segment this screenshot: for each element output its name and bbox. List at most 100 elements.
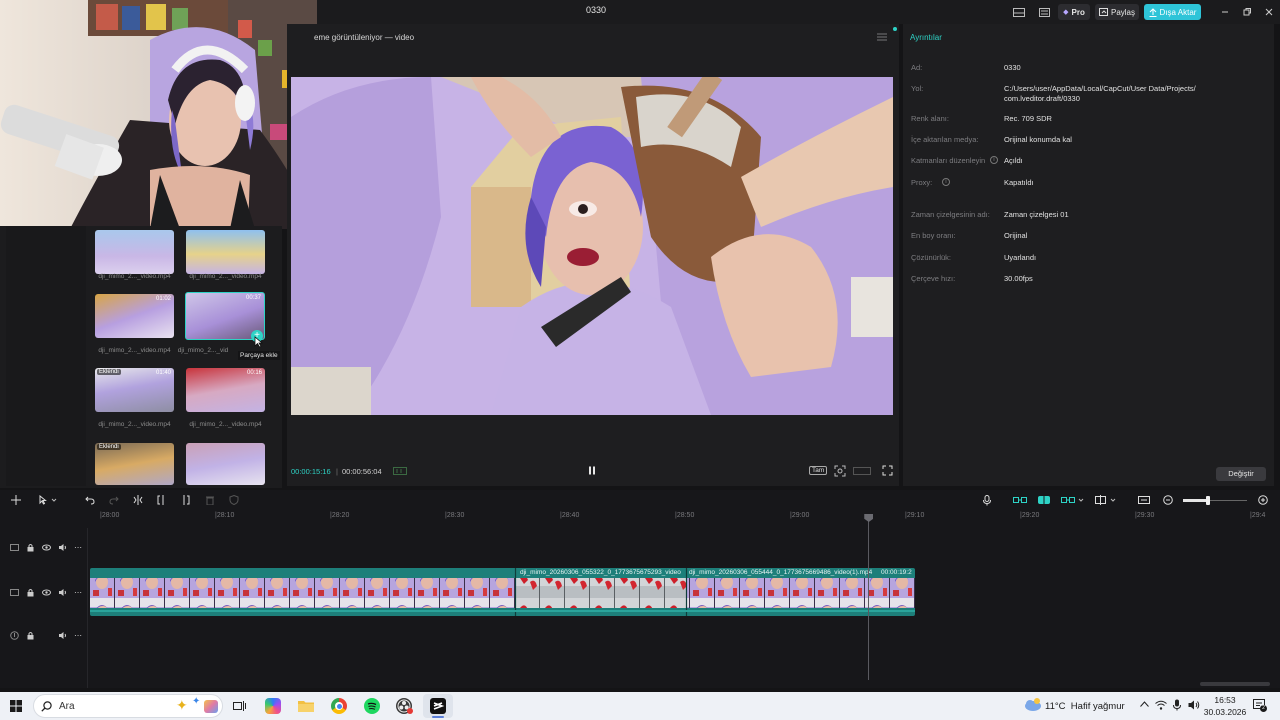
detail-value: Rec. 709 SDR bbox=[1004, 114, 1052, 123]
timeline-scrollbar[interactable] bbox=[1200, 682, 1270, 686]
media-thumbnail[interactable]: Eklendi 01:40 bbox=[95, 368, 174, 412]
detail-row-import: İçe aktarılan medya: Orijinal konumda ka… bbox=[911, 135, 1266, 149]
link-icon[interactable] bbox=[1013, 495, 1027, 505]
split-left-icon[interactable] bbox=[157, 495, 167, 505]
select-tool-icon[interactable] bbox=[39, 495, 57, 505]
pause-icon[interactable] bbox=[588, 466, 596, 475]
zoom-in-icon[interactable] bbox=[1258, 495, 1268, 505]
export-button[interactable]: Dışa Aktar bbox=[1144, 4, 1201, 20]
microphone-icon[interactable] bbox=[983, 495, 991, 506]
obs-icon[interactable] bbox=[396, 698, 413, 714]
detail-key: Çözünürlük: bbox=[911, 253, 952, 262]
clip-label: dji_mimo_20260306_055444_0_1773675669486… bbox=[689, 569, 873, 576]
zoom-slider-thumb[interactable] bbox=[1206, 496, 1210, 505]
ratio-button[interactable]: Tam bbox=[809, 466, 828, 475]
detail-value: 30.00fps bbox=[1004, 274, 1033, 283]
detail-row-resolution: Çözünürlük: Uyarlandı bbox=[911, 253, 1266, 267]
share-button[interactable]: Paylaş bbox=[1095, 4, 1139, 20]
taskbar-search[interactable]: Ara ✦ ✦ bbox=[33, 694, 223, 718]
upload-icon bbox=[1149, 7, 1157, 17]
redo-icon[interactable] bbox=[109, 495, 119, 505]
info-icon[interactable]: i bbox=[942, 178, 950, 186]
detail-value: C:/Users/user/AppData/Local/CapCut/User … bbox=[1004, 84, 1196, 93]
windows-start-icon[interactable] bbox=[10, 700, 22, 712]
timecode-icon[interactable] bbox=[393, 467, 407, 475]
restore-icon[interactable] bbox=[1241, 6, 1253, 18]
shield-icon[interactable] bbox=[229, 495, 239, 505]
playhead[interactable] bbox=[864, 514, 874, 680]
caption-icon[interactable] bbox=[1138, 495, 1150, 505]
time-ruler[interactable]: |28:00 |28:10 |28:20 |28:30 |28:40 |28:5… bbox=[90, 512, 1280, 526]
speaker-icon[interactable] bbox=[58, 543, 67, 552]
notifications-icon[interactable]: 2 bbox=[1253, 699, 1267, 712]
details-panel: Ayrıntılar Ad: 0330 Yol: C:/Users/user/A… bbox=[903, 24, 1274, 486]
delete-icon[interactable] bbox=[205, 495, 215, 505]
timeline-toolbar bbox=[0, 490, 1280, 512]
audio-track-icon bbox=[10, 631, 19, 640]
media-thumbnail[interactable] bbox=[186, 443, 265, 485]
media-thumbnail[interactable] bbox=[186, 230, 265, 274]
detail-row-aspect: En boy oranı: Orijinal bbox=[911, 231, 1266, 245]
undo-icon[interactable] bbox=[85, 495, 95, 505]
more-icon[interactable]: ⋯ bbox=[74, 631, 82, 640]
split-right-icon[interactable] bbox=[180, 495, 190, 505]
layout-icon[interactable] bbox=[1011, 4, 1027, 20]
detail-value: Kapatıldı bbox=[1004, 178, 1034, 187]
lock-icon[interactable] bbox=[26, 588, 35, 597]
media-item-label: dji_mimo_2..._vid bbox=[177, 347, 229, 354]
speaker-icon[interactable] bbox=[58, 631, 67, 640]
menu-icon[interactable] bbox=[877, 33, 887, 41]
media-thumbnail[interactable]: 00:16 bbox=[186, 368, 265, 412]
aspect-icon[interactable] bbox=[853, 467, 871, 475]
lock-icon[interactable] bbox=[26, 631, 35, 640]
detail-key: Çerçeve hızı: bbox=[911, 274, 956, 283]
track-controls-main: ⋯ bbox=[10, 588, 82, 597]
split-icon[interactable] bbox=[133, 495, 143, 505]
weather-icon[interactable] bbox=[1024, 698, 1042, 712]
pro-button[interactable]: ◆ Pro bbox=[1058, 4, 1090, 20]
clip-duration: 00:00:19:2 bbox=[881, 569, 912, 576]
minimize-icon[interactable] bbox=[1219, 6, 1231, 18]
eye-icon[interactable] bbox=[42, 543, 51, 552]
crop-icon[interactable] bbox=[834, 465, 846, 477]
sparkle-small-icon: ✦ bbox=[192, 696, 201, 707]
media-item-label: dji_mimo_2..._video.mp4 bbox=[98, 347, 171, 354]
ruler-tick-label: |28:30 bbox=[445, 512, 465, 519]
capcut-taskbar-button[interactable] bbox=[423, 694, 453, 718]
file-explorer-icon[interactable] bbox=[298, 699, 314, 712]
more-icon[interactable]: ⋯ bbox=[74, 543, 82, 552]
more-icon[interactable]: ⋯ bbox=[74, 588, 82, 597]
task-view-icon[interactable] bbox=[233, 700, 246, 712]
compare-icon[interactable] bbox=[1095, 495, 1119, 505]
webcam-overlay bbox=[0, 0, 317, 229]
info-icon[interactable]: i bbox=[990, 156, 998, 164]
chevron-up-icon[interactable] bbox=[1140, 701, 1149, 707]
detail-key: Ad: bbox=[911, 63, 923, 72]
magnet-icon[interactable] bbox=[1037, 494, 1051, 506]
lock-icon[interactable] bbox=[26, 543, 35, 552]
fullscreen-icon[interactable] bbox=[882, 465, 893, 476]
wifi-icon[interactable] bbox=[1155, 700, 1167, 710]
speaker-icon[interactable] bbox=[58, 588, 67, 597]
media-thumbnail[interactable]: Eklendi bbox=[95, 443, 174, 485]
preview-axis-icon[interactable] bbox=[1061, 495, 1085, 505]
modify-button[interactable]: Değiştir bbox=[1216, 467, 1266, 481]
media-thumbnail[interactable] bbox=[95, 230, 174, 274]
ruler-tick-label: |28:00 bbox=[100, 512, 120, 519]
close-icon[interactable] bbox=[1263, 6, 1275, 18]
shortcut-icon[interactable] bbox=[1036, 4, 1052, 20]
add-track-icon[interactable] bbox=[11, 495, 21, 505]
media-thumbnail[interactable]: 01:02 bbox=[95, 294, 174, 338]
video-frame[interactable] bbox=[291, 77, 893, 415]
diamond-icon: ◆ bbox=[1063, 9, 1069, 16]
spotify-icon[interactable] bbox=[364, 698, 380, 714]
media-item-label: dji_mimo_2..._video.mp4 bbox=[98, 273, 171, 280]
copilot-app-icon[interactable] bbox=[265, 698, 281, 714]
mic-tray-icon[interactable] bbox=[1173, 699, 1181, 711]
eye-icon[interactable] bbox=[42, 588, 51, 597]
zoom-out-icon[interactable] bbox=[1163, 495, 1173, 505]
current-time: 00:00:15:16 bbox=[291, 467, 331, 476]
detail-key: İçe aktarılan medya: bbox=[911, 135, 979, 144]
chrome-icon[interactable] bbox=[331, 698, 347, 714]
detail-row-layers: Katmanları düzenleyin i Açıldı bbox=[911, 156, 1266, 170]
